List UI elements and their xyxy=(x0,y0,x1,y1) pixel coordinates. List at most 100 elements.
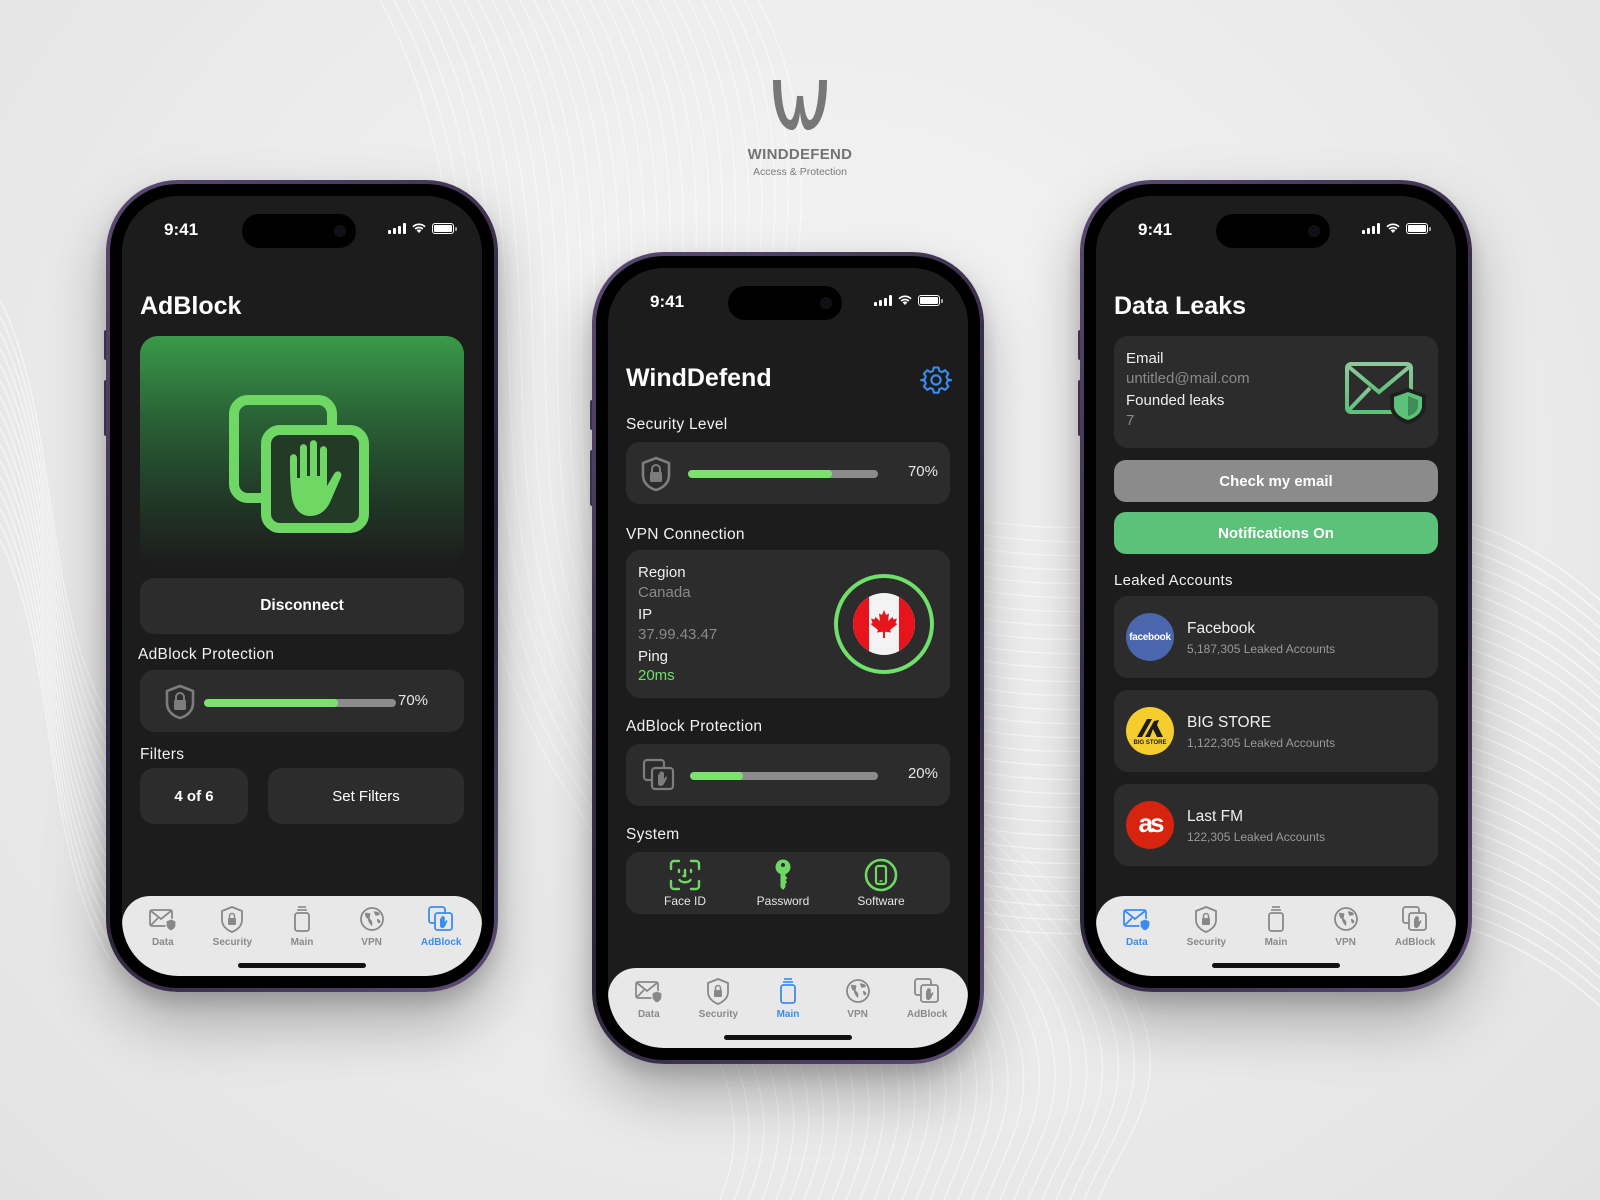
tab-adblock[interactable]: AdBlock xyxy=(896,976,958,1020)
system-item-software[interactable]: Software xyxy=(836,858,926,908)
stack-icon xyxy=(780,978,796,1004)
tab-vpn[interactable]: VPN xyxy=(1315,904,1377,948)
hand-block-icon xyxy=(428,906,454,931)
leaked-account-item[interactable]: as Last FM 122,305 Leaked Accounts xyxy=(1114,784,1438,866)
vpn-connection-card[interactable]: Region Canada IP 37.99.43.47 Ping 20ms xyxy=(626,550,950,698)
tab-data[interactable]: Data xyxy=(132,904,194,948)
globe-icon xyxy=(845,979,870,1003)
tab-label: VPN xyxy=(847,1009,868,1020)
email-card: Email untitled@mail.com Founded leaks 7 xyxy=(1114,336,1438,448)
logo-text: as xyxy=(1138,808,1165,838)
tab-label: Data xyxy=(151,937,174,948)
winddefend-logo-icon xyxy=(773,80,827,131)
tab-main[interactable]: Main xyxy=(1245,904,1307,948)
ip-value: 37.99.43.47 xyxy=(638,626,718,643)
check-email-button[interactable]: Check my email xyxy=(1114,460,1438,502)
home-indicator[interactable] xyxy=(238,963,366,968)
tab-security[interactable]: Security xyxy=(687,976,749,1020)
founded-leaks-value: 7 xyxy=(1126,412,1135,429)
status-time: 9:41 xyxy=(650,292,685,311)
home-indicator[interactable] xyxy=(1212,963,1340,968)
leaked-account-item[interactable]: BIG STORE BIG STORE 1,122,305 Leaked Acc… xyxy=(1114,690,1438,772)
account-name: Last FM xyxy=(1187,808,1243,825)
canada-flag-icon xyxy=(853,593,915,655)
brand-header: WINDDEFEND Access & Protection xyxy=(700,78,900,178)
adblock-protection-card: 70% xyxy=(140,670,464,732)
vpn-connection-label: VPN Connection xyxy=(626,526,745,543)
home-indicator[interactable] xyxy=(724,1035,852,1040)
page-title: AdBlock xyxy=(140,292,242,320)
stack-icon xyxy=(294,906,310,932)
progress-fill xyxy=(688,470,833,478)
adblock-protection-percent: 20% xyxy=(907,765,938,782)
tab-security[interactable]: Security xyxy=(1175,904,1237,948)
tab-adblock[interactable]: AdBlock xyxy=(1384,904,1446,948)
disconnect-button[interactable]: Disconnect xyxy=(140,578,464,634)
phone-adblock: 9:41 AdBlock Disconnect AdBlock Protecti… xyxy=(106,180,498,992)
tab-label: Security xyxy=(212,937,253,948)
system-label: System xyxy=(626,826,680,843)
adblock-protection-progress xyxy=(690,772,878,780)
cellular-signal-icon xyxy=(874,294,892,306)
brand-tagline: Access & Protection xyxy=(753,166,847,178)
wave-line xyxy=(0,363,111,785)
dynamic-island xyxy=(242,214,356,248)
system-card: Face ID Password Software xyxy=(626,852,950,914)
notifications-toggle-button[interactable]: Notifications On xyxy=(1114,512,1438,554)
settings-gear-icon[interactable] xyxy=(920,364,952,396)
adblock-protection-percent: 70% xyxy=(398,692,429,709)
battery-icon xyxy=(918,294,943,306)
tab-label: Main xyxy=(1264,937,1288,948)
tab-label: Main xyxy=(776,1009,800,1020)
wave-line xyxy=(0,427,111,849)
leaked-account-item[interactable]: facebook Facebook 5,187,305 Leaked Accou… xyxy=(1114,596,1438,678)
tab-label: VPN xyxy=(1335,937,1356,948)
ip-label: IP xyxy=(638,606,653,623)
shield-lock-icon xyxy=(641,456,671,492)
shield-lock-icon xyxy=(707,978,730,1005)
vpn-flag-ring[interactable] xyxy=(834,574,934,674)
dynamic-island xyxy=(728,286,842,320)
set-filters-button[interactable]: Set Filters xyxy=(268,768,464,824)
ping-label: Ping xyxy=(638,648,669,665)
page-title: WindDefend xyxy=(626,364,772,392)
system-item-password[interactable]: Password xyxy=(738,858,828,908)
adblock-hero-card xyxy=(140,336,464,564)
region-label: Region xyxy=(638,564,686,581)
face-id-icon xyxy=(669,859,701,891)
tab-label: VPN xyxy=(361,937,382,948)
tab-label: Data xyxy=(1125,937,1148,948)
key-icon xyxy=(775,859,791,890)
phone-main: 9:41 WindDefend Security Level 70% VPN C… xyxy=(592,252,984,1064)
tab-data[interactable]: Data xyxy=(618,976,680,1020)
adblock-protection-label: AdBlock Protection xyxy=(626,718,763,735)
tab-vpn[interactable]: VPN xyxy=(827,976,889,1020)
data-leaks-screen: 9:41 Data Leaks Email untitled@mail.com … xyxy=(1096,196,1456,976)
phone-data-leaks: 9:41 Data Leaks Email untitled@mail.com … xyxy=(1080,180,1472,992)
tab-label: AdBlock xyxy=(906,1009,948,1020)
founded-leaks-label: Founded leaks xyxy=(1126,392,1225,409)
wifi-icon xyxy=(412,223,426,233)
wave-line xyxy=(0,299,111,721)
tab-label: Security xyxy=(1186,937,1227,948)
tab-adblock[interactable]: AdBlock xyxy=(410,904,472,948)
tab-main[interactable]: Main xyxy=(757,976,819,1020)
status-bar: 9:41 xyxy=(1096,196,1456,256)
mail-shield-icon xyxy=(1122,909,1151,932)
tab-security[interactable]: Security xyxy=(201,904,263,948)
adblock-screen: 9:41 AdBlock Disconnect AdBlock Protecti… xyxy=(122,196,482,976)
status-bar: 9:41 xyxy=(608,268,968,328)
account-leak-count: 1,122,305 Leaked Accounts xyxy=(1187,736,1336,750)
wave-line xyxy=(0,443,111,865)
tab-label: Main xyxy=(290,937,314,948)
tab-label: AdBlock xyxy=(1394,937,1436,948)
tab-data[interactable]: Data xyxy=(1106,904,1168,948)
tab-vpn[interactable]: VPN xyxy=(341,904,403,948)
security-level-percent: 70% xyxy=(907,463,938,480)
security-level-label: Security Level xyxy=(626,416,728,433)
system-item-face-id[interactable]: Face ID xyxy=(640,858,730,908)
tab-main[interactable]: Main xyxy=(271,904,333,948)
filters-count-button[interactable]: 4 of 6 xyxy=(140,768,248,824)
tab-label: Security xyxy=(698,1009,739,1020)
hand-block-icon xyxy=(914,978,940,1003)
